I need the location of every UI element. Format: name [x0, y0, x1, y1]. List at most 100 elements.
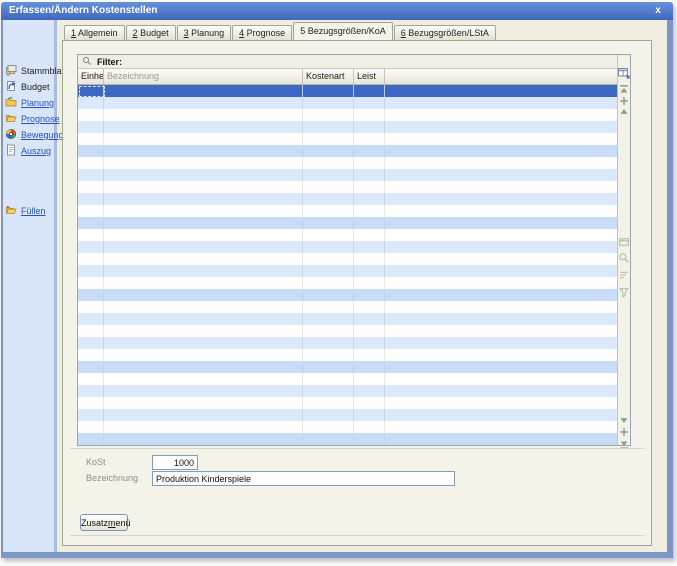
sidebar-item-planung[interactable]: Planung [5, 96, 54, 110]
table-row[interactable] [78, 97, 617, 109]
table-row[interactable] [78, 277, 617, 289]
tab-3[interactable]: 3 Planung [177, 25, 232, 40]
table-cell [303, 241, 354, 253]
table-row[interactable] [78, 169, 617, 181]
table-row[interactable] [78, 433, 617, 445]
table-row[interactable] [78, 301, 617, 313]
scroll-down-fast-icon[interactable] [618, 426, 630, 438]
sidebar-item-bewegung[interactable]: Bewegung [5, 128, 64, 142]
table-row[interactable] [78, 361, 617, 373]
table-cell [78, 109, 104, 121]
table-cell [104, 337, 303, 349]
table-row[interactable] [78, 193, 617, 205]
table-cell [303, 97, 354, 109]
table-cell [104, 109, 303, 121]
table-cell [78, 313, 104, 325]
column-header-kostenart[interactable]: Kostenart [303, 69, 354, 84]
sidebar-item-label: Füllen [21, 206, 46, 216]
table-row[interactable] [78, 313, 617, 325]
tab-4[interactable]: 4 Prognose [232, 25, 292, 40]
table-cell [78, 133, 104, 145]
sidebar-item-label: Budget [21, 82, 50, 92]
table-cell [303, 433, 354, 445]
table-cell [354, 289, 385, 301]
table-row[interactable] [78, 349, 617, 361]
table-row[interactable] [78, 397, 617, 409]
table-row[interactable] [78, 229, 617, 241]
table-cell [303, 337, 354, 349]
table-cell [78, 193, 104, 205]
table-cell [303, 181, 354, 193]
table-row[interactable] [78, 157, 617, 169]
table-cell [303, 409, 354, 421]
table-row[interactable] [78, 145, 617, 157]
column-header-einheit[interactable]: Einheit [78, 69, 104, 84]
table-row[interactable] [78, 421, 617, 433]
table-row[interactable] [78, 109, 617, 121]
table-cell [303, 385, 354, 397]
table-cell [104, 301, 303, 313]
sidebar-item-stammblatt[interactable]: Stammblatt [5, 64, 67, 78]
column-picker-icon[interactable] [618, 67, 630, 79]
table-cell [354, 241, 385, 253]
window-border-bottom [1, 552, 673, 558]
filter-bar[interactable]: Filter: [78, 55, 630, 69]
table-row[interactable] [78, 337, 617, 349]
table-cell [78, 217, 104, 229]
table-cell [104, 229, 303, 241]
filter-funnel-icon[interactable] [618, 286, 630, 298]
close-icon[interactable]: x [652, 2, 664, 20]
table-row[interactable] [78, 253, 617, 265]
table-cell [354, 277, 385, 289]
table-cell [303, 229, 354, 241]
card-index-icon[interactable] [618, 236, 630, 248]
table-row[interactable] [78, 289, 617, 301]
scroll-up-icon[interactable] [618, 106, 630, 118]
table-row[interactable] [78, 325, 617, 337]
table-cell [303, 349, 354, 361]
sidebar-item-prognose[interactable]: Prognose [5, 112, 60, 126]
table-cell [354, 397, 385, 409]
sidebar-item-budget[interactable]: Budget [5, 80, 50, 94]
table-row[interactable] [78, 217, 617, 229]
table-cell [354, 181, 385, 193]
sidebar-item-auszug[interactable]: Auszug [5, 144, 51, 158]
table-cell [354, 157, 385, 169]
table-cell [78, 361, 104, 373]
table-cell [78, 157, 104, 169]
scroll-down-icon[interactable] [618, 414, 630, 426]
focus-cell-outline [79, 86, 105, 97]
table-cell [303, 325, 354, 337]
tab-5[interactable]: 5 Bezugsgrößen/KoA [293, 22, 393, 40]
table-row-selected[interactable] [78, 85, 617, 97]
table-cell [78, 397, 104, 409]
table-cell [78, 385, 104, 397]
column-header[interactable] [385, 69, 617, 84]
table-row[interactable] [78, 133, 617, 145]
zusatzmenu-button[interactable]: Zusatzmenü [80, 514, 128, 531]
table-row[interactable] [78, 241, 617, 253]
table-cell [78, 229, 104, 241]
sidebar-item-fllen[interactable]: Füllen [5, 204, 46, 218]
column-header-leist[interactable]: Leist [354, 69, 385, 84]
tab-6[interactable]: 6 Bezugsgrößen/LStA [394, 25, 496, 40]
tab-2[interactable]: 2 Budget [126, 25, 176, 40]
table-cell [104, 205, 303, 217]
column-header-bezeichnung[interactable]: Bezeichnung [104, 69, 303, 84]
sort-icon[interactable] [618, 269, 630, 281]
table-cell [303, 133, 354, 145]
table-row[interactable] [78, 181, 617, 193]
window-titlebar[interactable]: Erfassen/Ändern Kostenstellen x [1, 2, 673, 20]
table-row[interactable] [78, 385, 617, 397]
table-row[interactable] [78, 265, 617, 277]
table-row[interactable] [78, 373, 617, 385]
table-row[interactable] [78, 121, 617, 133]
table-cell [354, 433, 385, 445]
tab-1[interactable]: 1 Allgemein [64, 25, 125, 40]
zoom-icon[interactable] [618, 252, 630, 264]
table-row[interactable] [78, 205, 617, 217]
table-cell [354, 109, 385, 121]
bezeichnung-field[interactable] [152, 471, 455, 486]
table-row[interactable] [78, 409, 617, 421]
kost-field[interactable] [152, 455, 198, 470]
